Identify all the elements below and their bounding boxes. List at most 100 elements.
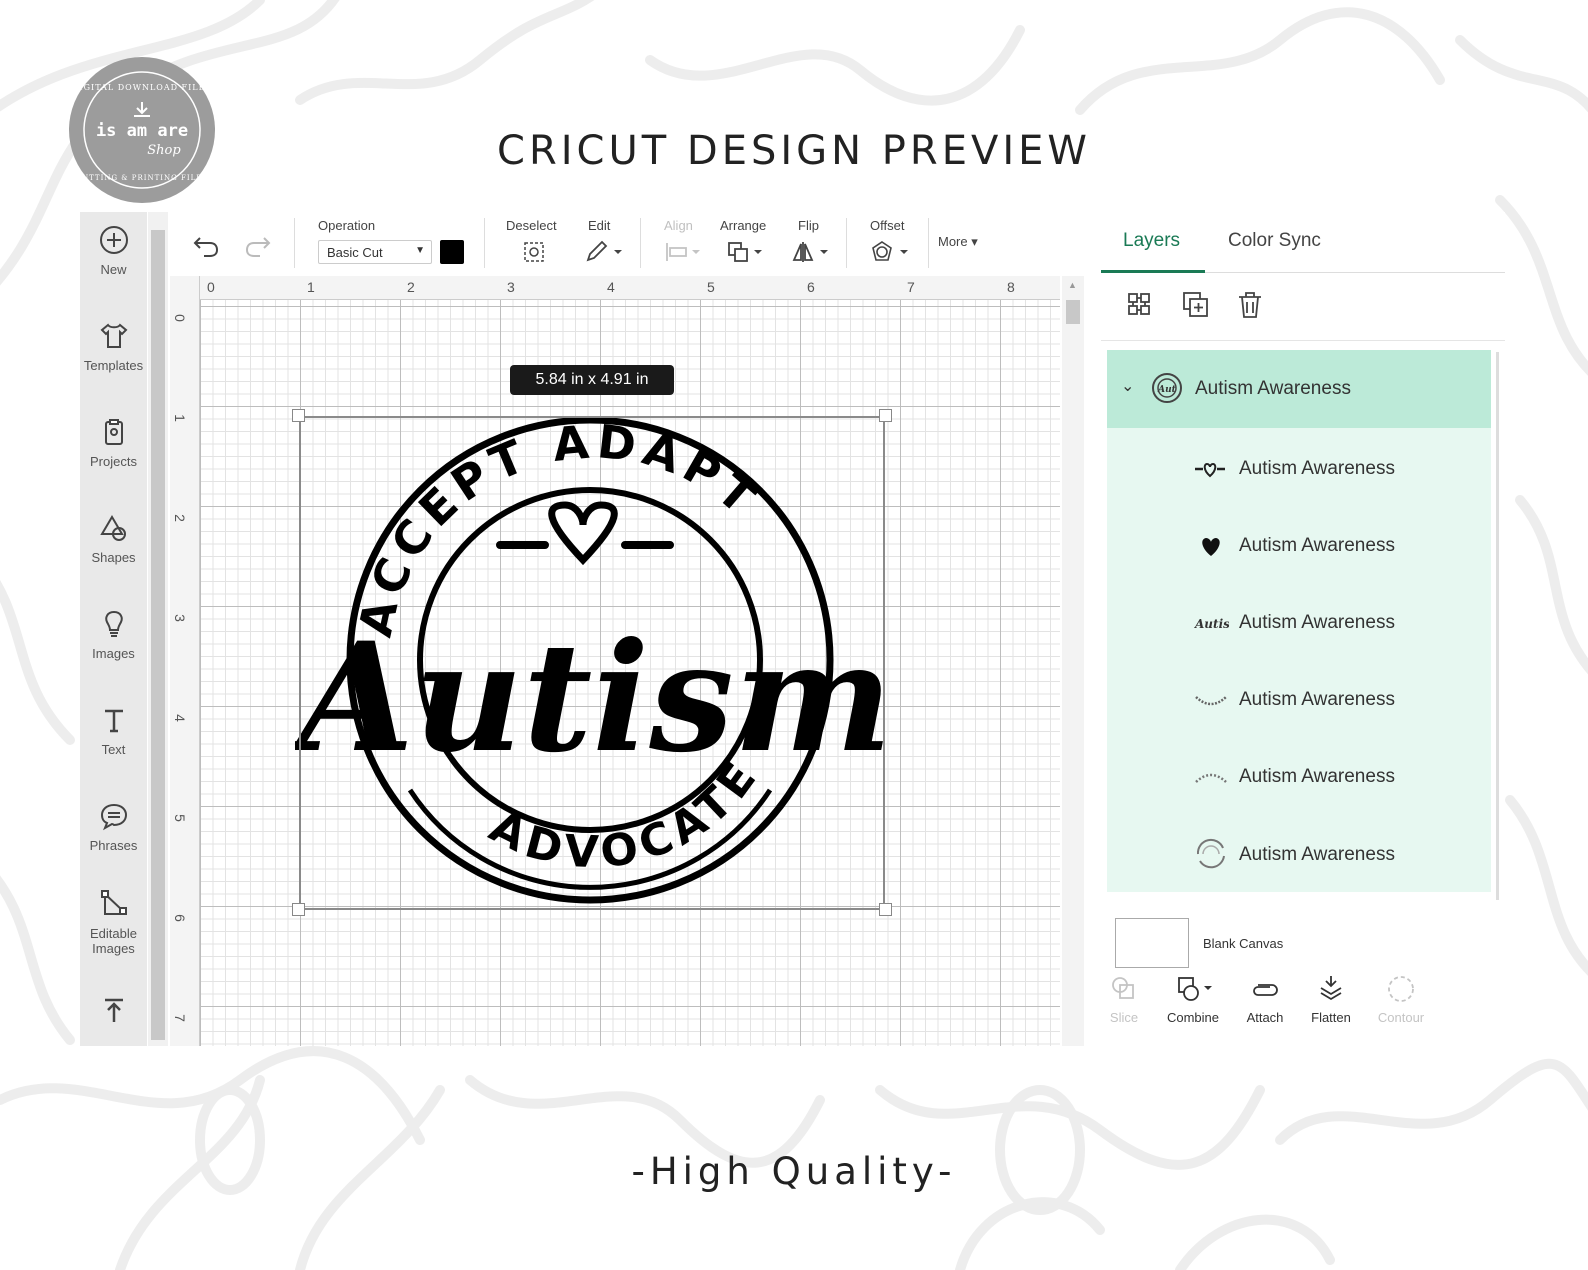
combine-label: Combine — [1166, 1010, 1220, 1025]
lightbulb-icon — [104, 610, 123, 637]
flatten-label: Flatten — [1311, 1010, 1351, 1025]
footer-tagline: -High Quality- — [631, 1150, 957, 1193]
operation-color-swatch[interactable] — [440, 240, 464, 264]
heart-thumbnail — [1202, 538, 1220, 556]
more-menu[interactable]: More ▾ — [938, 234, 978, 250]
redo-icon[interactable] — [244, 232, 272, 258]
edit-pencil-icon[interactable] — [584, 240, 624, 264]
sidebar-item-images[interactable]: Images — [80, 608, 147, 661]
flatten-icon — [1320, 976, 1342, 1001]
tab-color-sync[interactable]: Color Sync — [1228, 230, 1321, 252]
sidebar-item-new[interactable]: New — [80, 224, 147, 277]
slice-button[interactable]: Slice — [1089, 974, 1159, 1025]
text-icon — [104, 709, 123, 733]
sidebar-item-label: Phrases — [89, 838, 138, 853]
advocate-arc-thumbnail — [1195, 696, 1227, 706]
ruler-left-number: 3 — [171, 614, 188, 622]
sidebar-item-label: Shapes — [91, 550, 136, 565]
layer-group-row[interactable]: ⌄ Aut Autism Awareness — [1107, 350, 1491, 428]
sidebar-item-label: Projects — [90, 454, 137, 469]
contour-label: Contour — [1377, 1010, 1425, 1025]
sidebar-item-templates[interactable]: Templates — [80, 320, 147, 373]
align-label: Align — [664, 218, 693, 233]
sidebar-item-label: Templates — [83, 358, 144, 373]
ruler-left-number: 4 — [171, 714, 188, 722]
combine-button[interactable]: Combine — [1158, 974, 1228, 1025]
layer-row[interactable]: Autism Awareness — [1107, 826, 1491, 886]
layer-row[interactable]: Autism Awareness — [1107, 440, 1491, 500]
ruler-top-number: 3 — [507, 279, 515, 295]
svg-text:CUTTING & PRINTING FILES: CUTTING & PRINTING FILES — [76, 174, 208, 182]
sidebar-scrollbar[interactable] — [148, 212, 168, 1046]
resize-handle[interactable] — [879, 903, 892, 916]
operation-value: Basic Cut — [327, 245, 383, 260]
resize-handle[interactable] — [879, 409, 892, 422]
arrange-icon[interactable] — [726, 240, 766, 264]
ruler-left-number: 6 — [171, 914, 188, 922]
resize-handle[interactable] — [292, 903, 305, 916]
layer-actions-bar: Slice Combine Attach Flatten Contour — [1101, 974, 1505, 1046]
ruler-left-number: 1 — [171, 414, 188, 422]
blank-canvas-label: Blank Canvas — [1203, 936, 1284, 951]
resize-handle[interactable] — [292, 409, 305, 422]
canvas-scrollbar[interactable]: ▲ — [1062, 276, 1084, 1046]
ruler-top-number: 4 — [607, 279, 615, 295]
deselect-icon[interactable] — [522, 240, 546, 264]
panel-divider — [1101, 340, 1505, 341]
blank-canvas-row[interactable]: Blank Canvas — [1101, 906, 1505, 976]
plus-circle-icon — [99, 226, 128, 254]
attach-icon — [1253, 984, 1278, 996]
arrange-label: Arrange — [720, 218, 767, 233]
operation-select[interactable]: Basic Cut ▼ — [318, 240, 432, 264]
layer-name: Autism Awareness — [1239, 689, 1395, 710]
ruler-top-number: 1 — [307, 279, 315, 295]
editable-images-icon — [100, 890, 127, 915]
selection-box[interactable] — [299, 416, 885, 910]
flatten-button[interactable]: Flatten — [1296, 974, 1366, 1025]
heart-dash-thumbnail — [1195, 462, 1225, 478]
duplicate-icon[interactable] — [1181, 290, 1211, 320]
layer-name: Autism Awareness — [1239, 535, 1395, 556]
sidebar-item-projects[interactable]: Projects — [80, 416, 147, 469]
layer-group-name: Autism Awareness — [1195, 378, 1351, 399]
layer-row[interactable]: Autism Awareness — [1107, 748, 1491, 808]
script-thumbnail: Autism — [1194, 617, 1229, 631]
svg-text:DIGITAL DOWNLOAD FILES: DIGITAL DOWNLOAD FILES — [72, 83, 212, 92]
panel-scrollbar[interactable] — [1496, 352, 1499, 900]
group-layers-icon[interactable] — [1125, 290, 1155, 320]
tab-layers[interactable]: Layers — [1123, 230, 1180, 252]
layer-row[interactable]: Autism Awareness — [1107, 671, 1491, 731]
trash-icon[interactable] — [1235, 290, 1265, 320]
offset-icon[interactable] — [870, 240, 912, 264]
undo-icon[interactable] — [192, 232, 220, 258]
sidebar-item-text[interactable]: Text — [80, 704, 147, 757]
size-tooltip: 5.84 in x 4.91 in — [510, 365, 674, 395]
ruler-left: 0 1 2 3 4 5 6 7 — [170, 276, 200, 1046]
scroll-up-arrow-icon[interactable]: ▲ — [1068, 280, 1077, 290]
flip-icon[interactable] — [792, 240, 832, 264]
flip-label: Flip — [798, 218, 819, 233]
circle-rings-thumbnail — [1196, 838, 1225, 869]
ruler-top-number: 2 — [407, 279, 415, 295]
svg-text:Autism: Autism — [1194, 617, 1229, 631]
layers-list: ⌄ Aut Autism Awareness Autism Awareness … — [1107, 350, 1491, 892]
chevron-down-icon[interactable]: ⌄ — [1121, 376, 1134, 396]
sidebar-item-shapes[interactable]: Shapes — [80, 512, 147, 565]
layer-name: Autism Awareness — [1239, 612, 1395, 633]
contour-button[interactable]: Contour — [1366, 974, 1436, 1025]
sidebar-item-editable-images[interactable]: Editable Images — [80, 888, 147, 956]
ruler-top: 0 1 2 3 4 5 6 7 8 — [170, 276, 1060, 300]
slice-icon — [1112, 977, 1134, 999]
attach-button[interactable]: Attach — [1230, 974, 1300, 1025]
svg-text:Aut: Aut — [1157, 385, 1177, 395]
shirt-icon — [100, 323, 127, 348]
sidebar-item-phrases[interactable]: Phrases — [80, 800, 147, 853]
deselect-label: Deselect — [506, 218, 557, 233]
sidebar-item-upload[interactable] — [80, 994, 147, 1032]
blank-canvas-swatch[interactable] — [1115, 918, 1189, 968]
layer-row[interactable]: Autism Awareness — [1107, 517, 1491, 577]
active-tab-indicator — [1101, 270, 1205, 273]
ruler-left-number: 5 — [171, 814, 188, 822]
layer-row[interactable]: Autism Autism Awareness — [1107, 594, 1491, 654]
ruler-left-number: 0 — [171, 314, 188, 322]
